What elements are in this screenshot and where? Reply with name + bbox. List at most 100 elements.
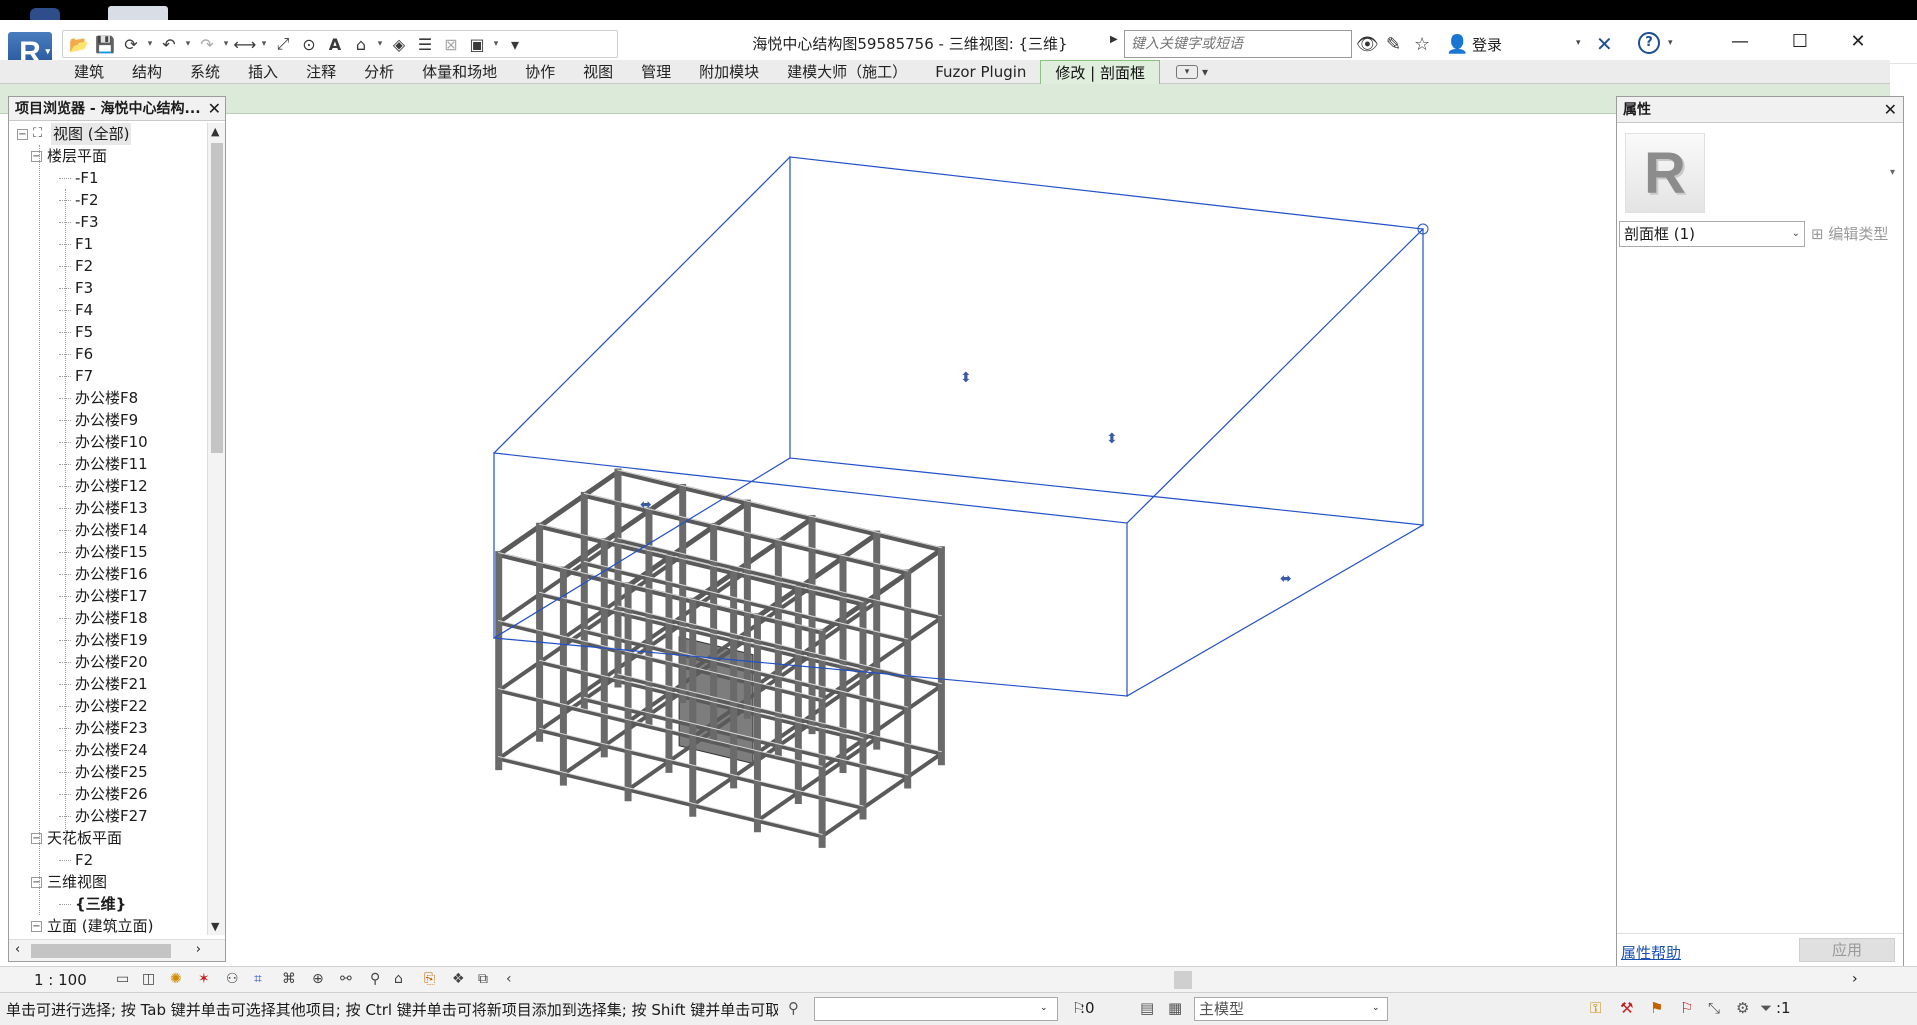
chevron-down-icon[interactable]: ▾: [491, 39, 501, 49]
browser-tree-item[interactable]: 办公楼F26: [75, 783, 148, 805]
binoculars-icon[interactable]: 👁: [1356, 34, 1379, 55]
shadows-icon[interactable]: ✶: [198, 971, 210, 987]
select-underlay-icon[interactable]: ⚒: [1620, 999, 1633, 1017]
background-processes-icon[interactable]: ⚙: [1736, 999, 1749, 1017]
help-icon[interactable]: ?: [1638, 32, 1660, 54]
browser-tree-item[interactable]: 办公楼F14: [75, 519, 148, 541]
lock-view-icon[interactable]: ⊕: [312, 971, 324, 987]
scroll-up-icon[interactable]: ▲: [211, 125, 219, 138]
browser-tree-item[interactable]: F3: [75, 277, 93, 299]
favorites-star-icon[interactable]: ☆: [1414, 34, 1430, 55]
browser-tree-item[interactable]: 办公楼F11: [75, 453, 148, 475]
collapse-toggle-icon[interactable]: −: [31, 833, 42, 844]
browser-group-floor-plans[interactable]: 楼层平面: [47, 145, 107, 167]
tag-icon[interactable]: ⊙: [297, 33, 321, 55]
drag-elements-icon[interactable]: ⤡: [1708, 999, 1720, 1017]
browser-tree-item[interactable]: 办公楼F18: [75, 607, 148, 629]
temporary-view-icon[interactable]: ⎘: [424, 971, 435, 987]
chevron-down-icon[interactable]: ⌄: [1040, 1003, 1048, 1013]
horizontal-scrollbar[interactable]: ‹ ›: [9, 939, 225, 961]
browser-tree-item[interactable]: 办公楼F21: [75, 673, 148, 695]
ribbon-tab[interactable]: 结构: [118, 60, 176, 84]
section-box-edge[interactable]: [789, 156, 1424, 230]
section-box-edge[interactable]: [493, 156, 791, 454]
search-expand-icon[interactable]: ▶: [1110, 34, 1118, 45]
ribbon-tab[interactable]: 修改 | 剖面框: [1040, 59, 1160, 84]
browser-tree-item[interactable]: F5: [75, 321, 93, 343]
design-option-selector[interactable]: 主模型: [1194, 997, 1388, 1021]
scroll-left-icon[interactable]: ‹: [506, 971, 512, 987]
browser-tree-item[interactable]: -F3: [75, 211, 99, 233]
ribbon-tab[interactable]: 插入: [234, 60, 292, 84]
scroll-left-icon[interactable]: ‹: [15, 942, 20, 957]
open-folder-icon[interactable]: 📂: [67, 33, 91, 55]
section-box-edge[interactable]: [1126, 228, 1424, 524]
scroll-right-icon[interactable]: ›: [196, 942, 201, 957]
browser-tree-item[interactable]: 办公楼F13: [75, 497, 148, 519]
chevron-down-icon[interactable]: ▾: [1890, 167, 1895, 178]
properties-help-link[interactable]: 属性帮助: [1621, 942, 1681, 963]
browser-tree-item[interactable]: -F1: [75, 167, 99, 189]
browser-group-elevations[interactable]: 立面 (建筑立面): [47, 915, 153, 935]
chevron-down-icon[interactable]: ⌄: [1372, 1003, 1380, 1013]
3d-model-canvas[interactable]: ⬍ ⬌ ⬌ ⬍: [228, 114, 1616, 962]
worksharing-icon[interactable]: ⌂: [394, 971, 403, 987]
apply-button[interactable]: 应用: [1799, 938, 1895, 962]
ribbon-tab[interactable]: 分析: [350, 60, 408, 84]
browser-tree-item[interactable]: 办公楼F8: [75, 387, 138, 409]
browser-tree-item[interactable]: 办公楼F27: [75, 805, 148, 827]
ribbon-tab[interactable]: 协作: [511, 60, 569, 84]
autodesk-app-store-icon[interactable]: ✕: [1596, 32, 1613, 56]
visual-style-icon[interactable]: ◫: [142, 971, 155, 987]
ribbon-tab[interactable]: 建筑: [60, 60, 118, 84]
filter-icon[interactable]: ⏷: [1760, 999, 1772, 1017]
save-icon[interactable]: 💾: [93, 33, 117, 55]
section-box-edge[interactable]: [1126, 524, 1424, 697]
collapse-toggle-icon[interactable]: −: [31, 877, 42, 888]
browser-item-active-3d-view[interactable]: {三维}: [75, 893, 126, 915]
collapse-toggle-icon[interactable]: −: [31, 151, 42, 162]
ribbon-minimize-toggle[interactable]: ▾ ▾: [1176, 64, 1208, 79]
beam[interactable]: [496, 688, 825, 771]
minimize-button[interactable]: —: [1712, 26, 1768, 58]
worksets-icon[interactable]: ⚲: [788, 999, 799, 1017]
chevron-down-icon[interactable]: ▾: [1668, 38, 1673, 48]
communication-center-icon[interactable]: ✎: [1386, 34, 1401, 55]
browser-tree-item[interactable]: 办公楼F25: [75, 761, 148, 783]
vertical-scrollbar[interactable]: ▲ ▼: [207, 123, 225, 935]
section-box-grip-icon[interactable]: ⬌: [640, 497, 652, 513]
ribbon-tab[interactable]: 附加模块: [685, 60, 773, 84]
select-by-face-icon[interactable]: ⚐: [1680, 999, 1693, 1017]
scroll-down-icon[interactable]: ▼: [211, 920, 219, 933]
crop-view-icon[interactable]: ⌗: [254, 971, 262, 987]
text-icon[interactable]: A: [323, 33, 347, 55]
section-box-grip-icon[interactable]: ⬍: [1106, 431, 1118, 447]
detail-level-icon[interactable]: ▭: [116, 971, 129, 987]
browser-tree-item[interactable]: F1: [75, 233, 93, 255]
rendering-icon[interactable]: ⚇: [226, 971, 239, 987]
design-options-icon[interactable]: ▤: [1140, 999, 1154, 1017]
collapse-toggle-icon[interactable]: −: [31, 921, 42, 932]
close-hidden-icon[interactable]: ⊠: [439, 33, 463, 55]
chevron-down-icon[interactable]: ▾: [221, 39, 231, 49]
ribbon-tab[interactable]: 体量和场地: [408, 60, 511, 84]
edit-type-button[interactable]: ⊞ 编辑类型: [1811, 221, 1901, 247]
3d-view-icon[interactable]: ⌂: [349, 33, 373, 55]
browser-tree-item[interactable]: 办公楼F12: [75, 475, 148, 497]
thin-lines-icon[interactable]: ☰: [413, 33, 437, 55]
measure-icon[interactable]: ⟷: [233, 33, 257, 55]
maximize-button[interactable]: ☐: [1772, 26, 1828, 58]
select-pinned-icon[interactable]: ⚑: [1650, 999, 1663, 1017]
browser-tree-item[interactable]: 办公楼F22: [75, 695, 148, 717]
browser-tree-item[interactable]: 办公楼F9: [75, 409, 138, 431]
beam[interactable]: [496, 756, 825, 839]
browser-tree-item[interactable]: 办公楼F15: [75, 541, 148, 563]
scroll-right-icon[interactable]: ›: [1852, 971, 1858, 987]
scrollbar-thumb[interactable]: [1174, 971, 1192, 989]
browser-tree-item[interactable]: F2: [75, 255, 93, 277]
sun-path-icon[interactable]: ✺: [170, 971, 182, 987]
switch-windows-icon[interactable]: ▣: [465, 33, 489, 55]
collapse-toggle-icon[interactable]: −: [17, 129, 28, 140]
ribbon-tab[interactable]: 注释: [292, 60, 350, 84]
scrollbar-thumb[interactable]: [211, 143, 223, 453]
